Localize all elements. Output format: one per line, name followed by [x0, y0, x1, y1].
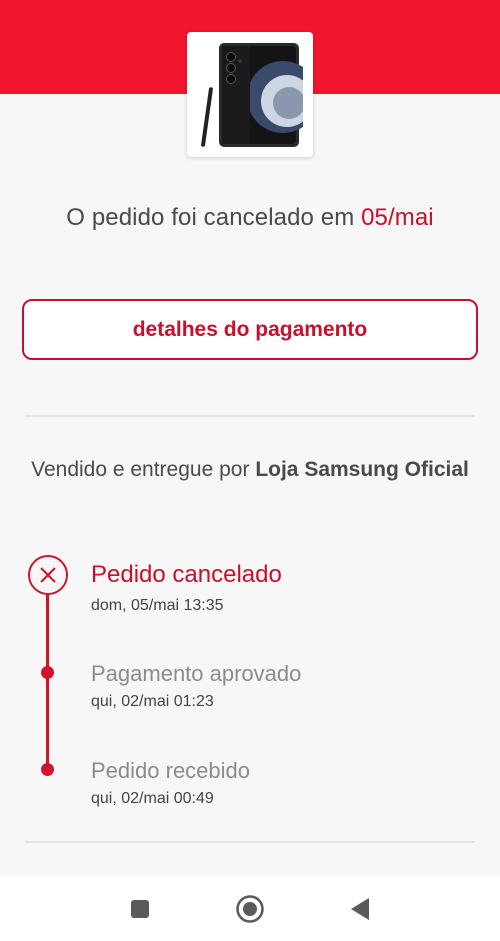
- home-button[interactable]: [235, 894, 265, 929]
- order-status-date: 05/mai: [361, 204, 434, 231]
- order-status: O pedido foi cancelado em 05/mai: [0, 204, 500, 232]
- back-triangle-icon: [351, 898, 369, 920]
- back-button[interactable]: [350, 897, 370, 926]
- payment-details-button[interactable]: detalhes do pagamento: [22, 299, 478, 360]
- timeline-step-time: dom, 05/mai 13:35: [91, 597, 224, 614]
- divider-bottom: [25, 841, 475, 843]
- timeline-dot: [41, 763, 54, 776]
- close-icon: [40, 567, 56, 583]
- divider-top: [25, 415, 475, 417]
- square-icon: [131, 900, 149, 918]
- cancel-status-icon: [28, 555, 68, 595]
- seller-info: Vendido e entregue por Loja Samsung Ofic…: [30, 455, 470, 484]
- timeline-step-title: Pedido cancelado: [91, 561, 282, 588]
- timeline-step-title: Pedido recebido: [91, 758, 251, 783]
- product-thumbnail[interactable]: [187, 32, 313, 157]
- circle-home-icon: [236, 895, 264, 923]
- seller-prefix: Vendido e entregue por: [31, 458, 250, 481]
- timeline-step-title: Pagamento aprovado: [91, 661, 302, 686]
- timeline-step-time: qui, 02/mai 01:23: [91, 693, 214, 710]
- seller-name: Loja Samsung Oficial: [255, 458, 469, 481]
- timeline-dot: [41, 666, 54, 679]
- timeline-step-time: qui, 02/mai 00:49: [91, 790, 214, 807]
- navigation-bar: [0, 876, 500, 941]
- order-status-text: O pedido foi cancelado em: [66, 204, 355, 231]
- product-image: [197, 38, 303, 151]
- recents-button[interactable]: [130, 899, 150, 924]
- payment-details-label: detalhes do pagamento: [132, 317, 368, 341]
- timeline-line: [46, 594, 49, 770]
